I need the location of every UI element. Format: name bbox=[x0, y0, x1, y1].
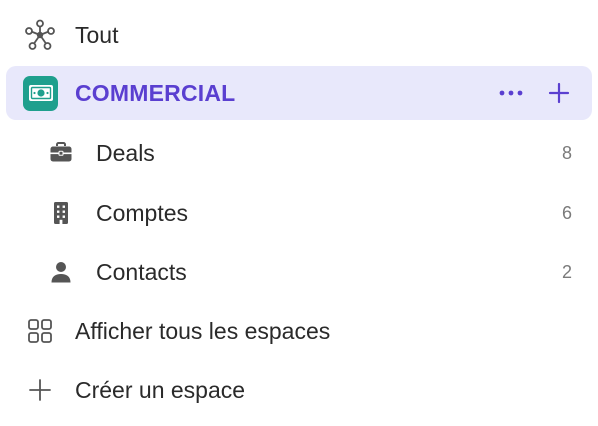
space-name: COMMERCIAL bbox=[75, 79, 236, 106]
comptes-count: 6 bbox=[561, 202, 572, 223]
contacts-count: 2 bbox=[561, 261, 572, 282]
nav-item-all-label: Tout bbox=[75, 21, 119, 48]
money-bill-icon bbox=[23, 75, 58, 111]
sidebar-nav: Tout COMMERCIAL Deals 8 Comptes 6 Contac… bbox=[0, 0, 598, 426]
building-icon bbox=[48, 200, 74, 226]
nav-item-all[interactable]: Tout bbox=[6, 8, 592, 62]
space-commercial[interactable]: COMMERCIAL bbox=[6, 66, 592, 120]
sidebar-item-contacts-label: Contacts bbox=[96, 258, 187, 285]
sidebar-item-comptes-label: Comptes bbox=[96, 199, 189, 226]
create-space[interactable]: Créer un espace bbox=[6, 363, 592, 417]
show-all-spaces-label: Afficher tous les espaces bbox=[75, 317, 331, 344]
add-to-space-plus-icon[interactable] bbox=[544, 78, 574, 108]
person-icon bbox=[48, 259, 74, 285]
sidebar-item-deals-label: Deals bbox=[96, 139, 155, 166]
sidebar-item-deals[interactable]: Deals 8 bbox=[6, 126, 592, 180]
show-all-spaces[interactable]: Afficher tous les espaces bbox=[6, 304, 592, 358]
sidebar-item-comptes[interactable]: Comptes 6 bbox=[6, 186, 592, 240]
sidebar-item-contacts[interactable]: Contacts 2 bbox=[6, 245, 592, 299]
plus-icon bbox=[24, 374, 56, 406]
create-space-label: Créer un espace bbox=[75, 376, 246, 403]
deals-count: 8 bbox=[561, 142, 572, 163]
more-horizontal-icon[interactable] bbox=[496, 78, 526, 108]
briefcase-icon bbox=[48, 140, 74, 166]
grid-icon bbox=[24, 315, 56, 347]
space-actions bbox=[496, 78, 574, 108]
network-nodes-icon bbox=[24, 19, 56, 51]
